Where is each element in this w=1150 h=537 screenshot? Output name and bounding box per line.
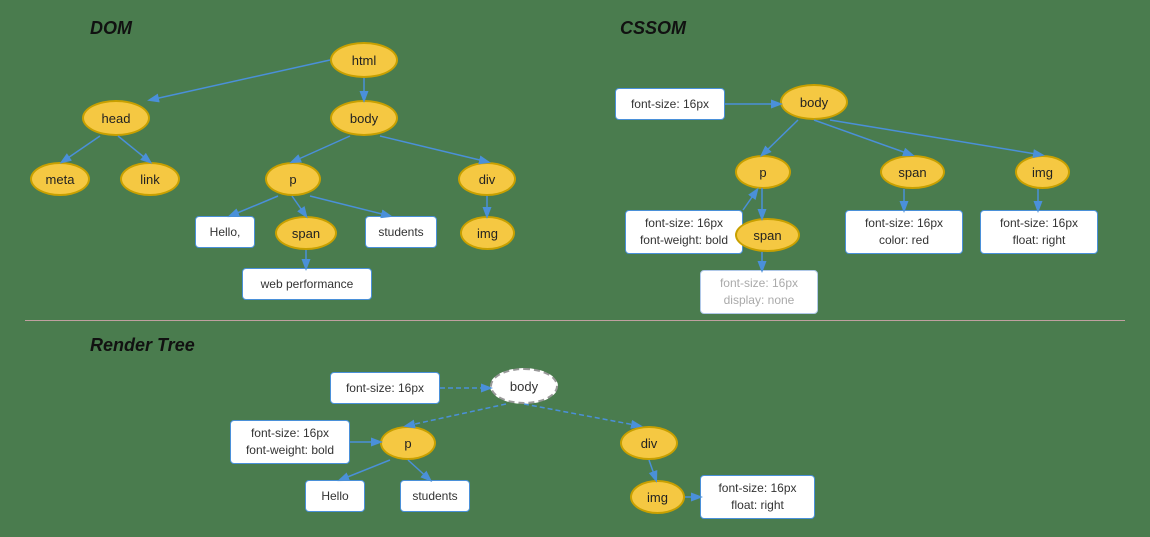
dom-span-node: span — [275, 216, 337, 250]
dom-html-node: html — [330, 42, 398, 78]
dom-title: DOM — [90, 18, 132, 39]
render-fontsize-img-box: font-size: 16pxfloat: right — [700, 475, 815, 519]
connectors-svg — [0, 0, 1150, 537]
render-hello-node: Hello — [305, 480, 365, 512]
cssom-fontsize-span-box: font-size: 16pxcolor: red — [845, 210, 963, 254]
render-fontsize-body-box: font-size: 16px — [330, 372, 440, 404]
cssom-title: CSSOM — [620, 18, 686, 39]
cssom-p-node: p — [735, 155, 791, 189]
render-img-node: img — [630, 480, 685, 514]
cssom-fontsize-span-child-text: font-size: 16pxdisplay: none — [720, 275, 798, 309]
dom-hello-node: Hello, — [195, 216, 255, 248]
divider-line — [25, 320, 1125, 321]
cssom-fontsize-img-text: font-size: 16pxfloat: right — [1000, 215, 1078, 249]
cssom-fontsize-p-text: font-size: 16pxfont-weight: bold — [640, 215, 728, 249]
dom-web-performance-node: web performance — [242, 268, 372, 300]
cssom-body-node: body — [780, 84, 848, 120]
dom-link-node: link — [120, 162, 180, 196]
render-students-node: students — [400, 480, 470, 512]
dom-p-node: p — [265, 162, 321, 196]
cssom-span-node: span — [880, 155, 945, 189]
dom-meta-node: meta — [30, 162, 90, 196]
dom-head-node: head — [82, 100, 150, 136]
dom-img-node: img — [460, 216, 515, 250]
cssom-fontsize-img-box: font-size: 16pxfloat: right — [980, 210, 1098, 254]
cssom-fontsize-span-text: font-size: 16pxcolor: red — [865, 215, 943, 249]
dom-body-node: body — [330, 100, 398, 136]
cssom-fontsize-span-child-box: font-size: 16pxdisplay: none — [700, 270, 818, 314]
render-fontsize-p-box: font-size: 16pxfont-weight: bold — [230, 420, 350, 464]
cssom-img-node: img — [1015, 155, 1070, 189]
dom-div-node: div — [458, 162, 516, 196]
render-p-node: p — [380, 426, 436, 460]
render-fontsize-img-text: font-size: 16pxfloat: right — [718, 480, 796, 514]
dom-students-node: students — [365, 216, 437, 248]
render-tree-title: Render Tree — [90, 335, 195, 356]
cssom-fontsize-p-box: font-size: 16pxfont-weight: bold — [625, 210, 743, 254]
render-fontsize-p-text: font-size: 16pxfont-weight: bold — [246, 425, 334, 459]
cssom-fontsize-body-box: font-size: 16px — [615, 88, 725, 120]
diagram-container: DOM CSSOM Render Tree html head body met… — [0, 0, 1150, 537]
cssom-span-child-node: span — [735, 218, 800, 252]
render-div-node: div — [620, 426, 678, 460]
render-body-node: body — [490, 368, 558, 404]
